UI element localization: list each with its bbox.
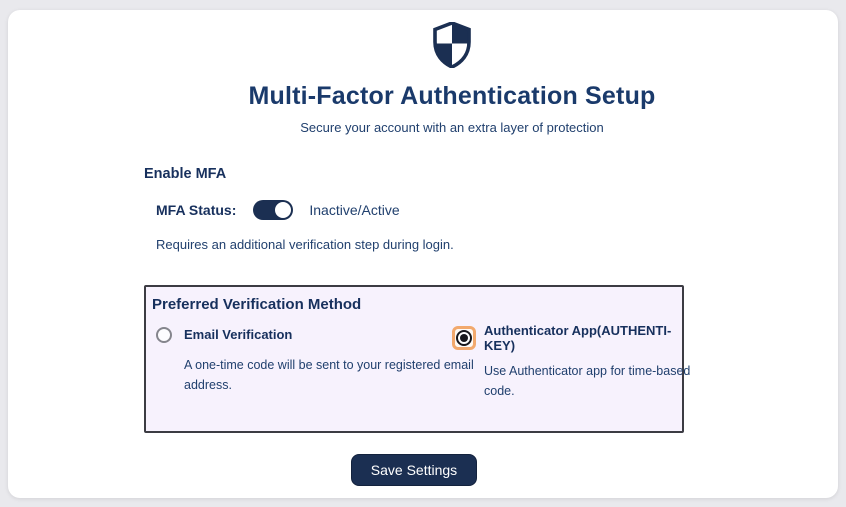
email-verification-description: A one-time code will be sent to your reg…: [184, 357, 474, 392]
verification-options: Email Verification A one-time code will …: [152, 323, 690, 401]
page-title: Multi-Factor Authentication Setup: [248, 82, 656, 110]
toggle-knob-icon: [275, 201, 292, 218]
mfa-status-label: MFA Status:: [156, 201, 237, 218]
shield-icon: [433, 21, 471, 69]
email-verification-label[interactable]: Email Verification: [184, 327, 292, 342]
mfa-status-value: Inactive/Active: [309, 201, 400, 218]
mfa-setup-header: Multi-Factor Authentication Setup Secure…: [146, 21, 758, 135]
enable-mfa-section-label: Enable MFA: [144, 165, 227, 182]
authenticator-app-label[interactable]: Authenticator App(AUTHENTI-KEY): [484, 323, 699, 353]
page-subtitle: Secure your account with an extra layer …: [300, 119, 604, 135]
option-authenticator-app: Authenticator App(AUTHENTI-KEY) Use Auth…: [452, 323, 699, 401]
mfa-status-row: MFA Status: Inactive/Active: [156, 199, 684, 220]
mfa-setup-card: Multi-Factor Authentication Setup Secure…: [8, 10, 838, 498]
email-verification-radio[interactable]: [156, 326, 172, 343]
verification-method-heading: Preferred Verification Method: [152, 295, 362, 313]
radio-highlight-frame: [452, 325, 476, 350]
mfa-status-toggle[interactable]: [253, 199, 294, 220]
mfa-content: Enable MFA MFA Status: Inactive/Active R…: [144, 165, 690, 433]
verification-method-box: Preferred Verification Method Email Veri…: [144, 284, 690, 433]
authenticator-app-radio[interactable]: [456, 329, 472, 346]
mfa-description: Requires an additional verification step…: [156, 236, 454, 252]
authenticator-app-description: Use Authenticator app for time-based cod…: [484, 363, 691, 398]
save-settings-button[interactable]: Save Settings: [350, 453, 478, 486]
actions-bar: Save Settings: [144, 453, 684, 486]
option-email-verification: Email Verification A one-time code will …: [152, 323, 474, 401]
radio-highlight-frame: [152, 323, 176, 347]
